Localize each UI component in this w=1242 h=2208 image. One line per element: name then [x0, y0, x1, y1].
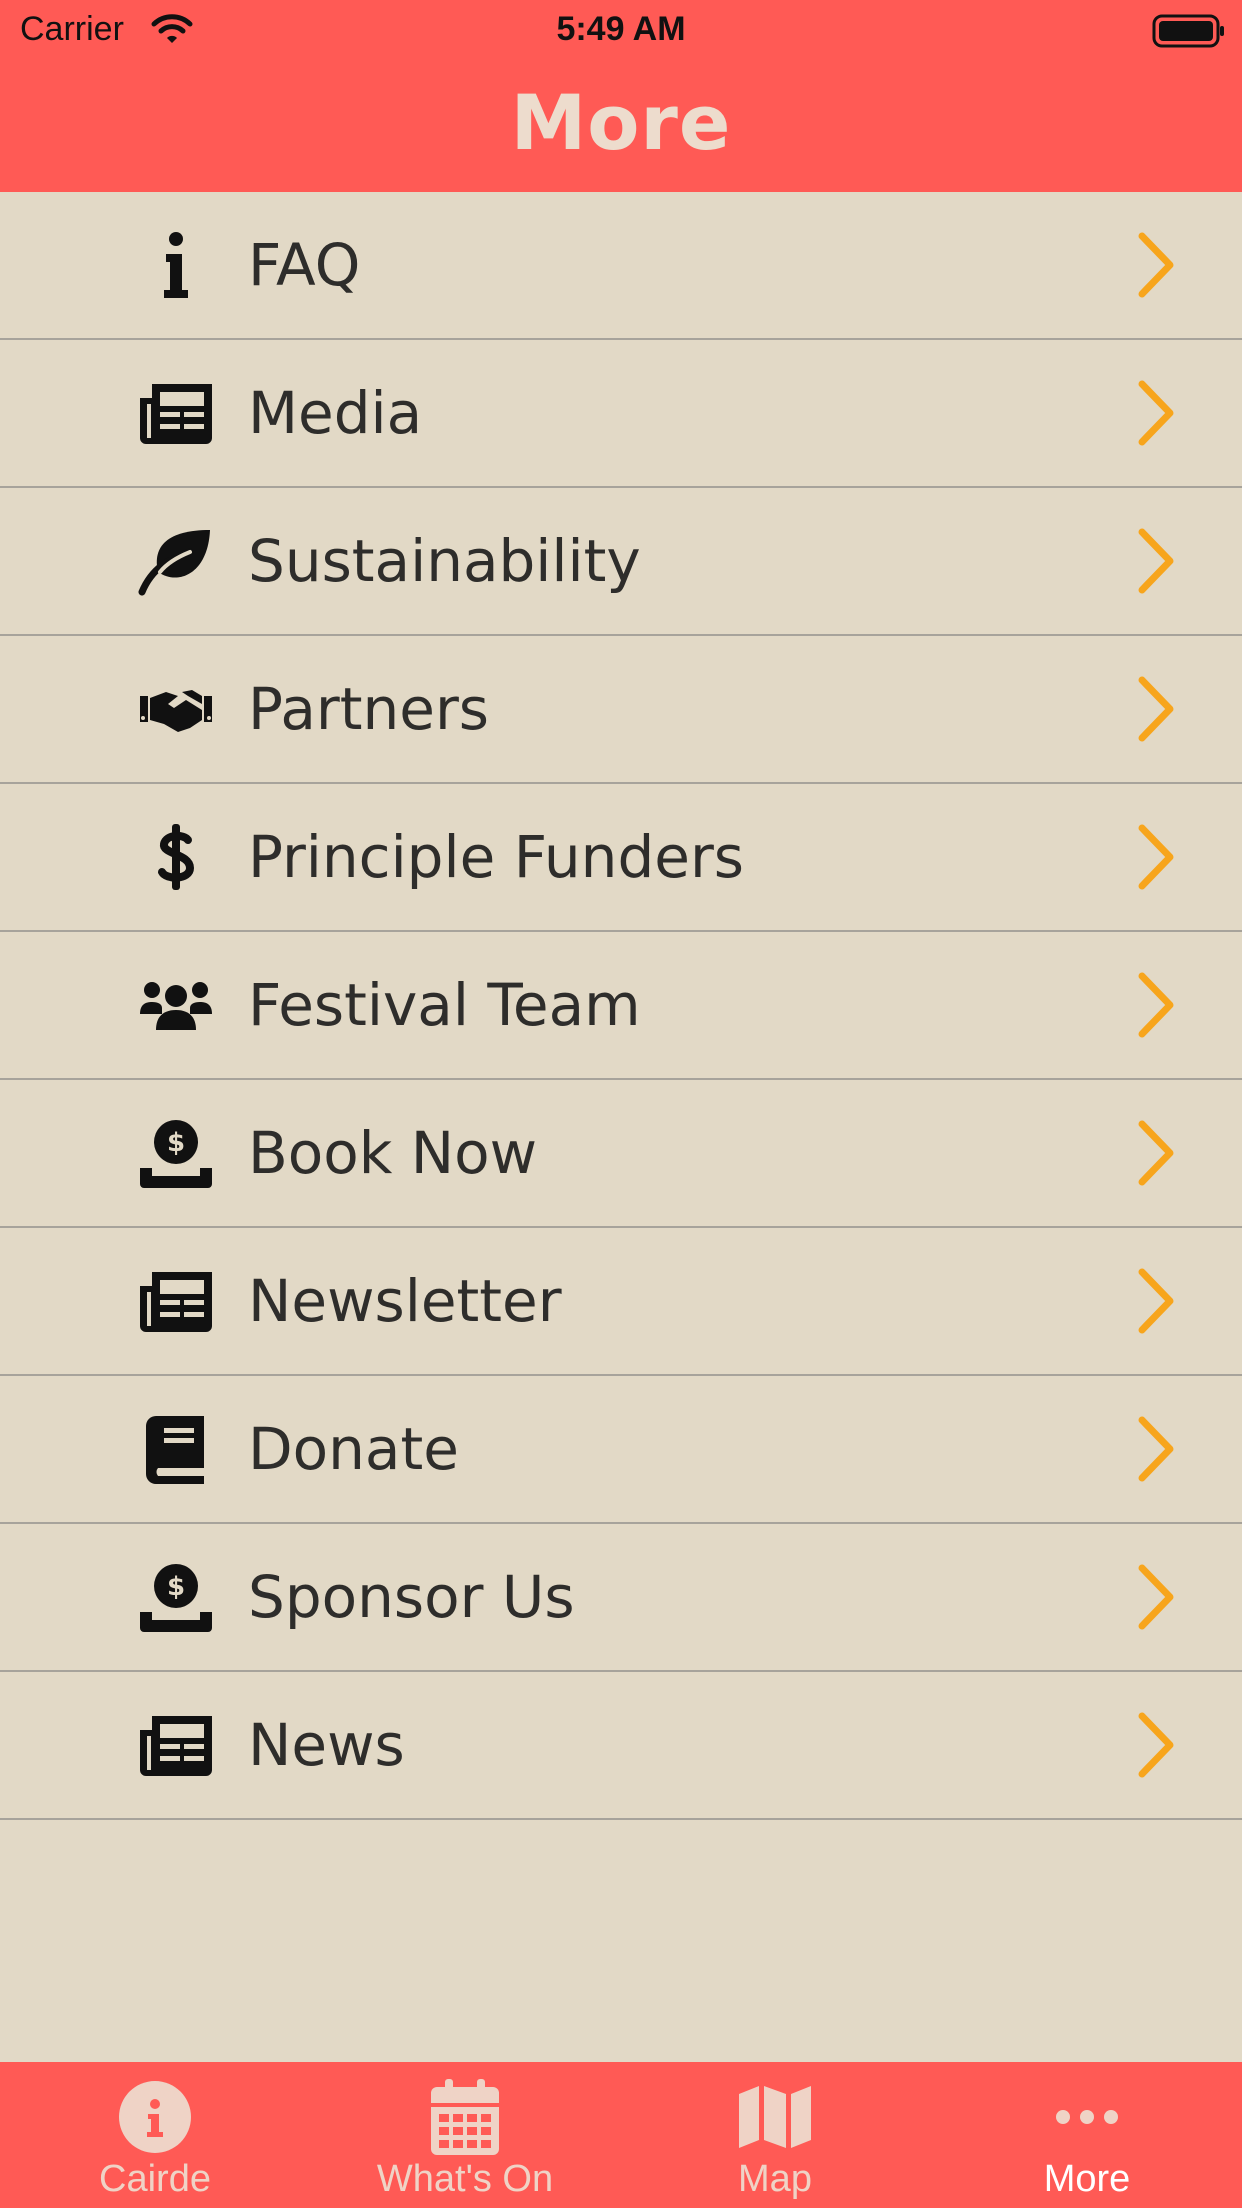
newspaper-icon: [138, 1266, 214, 1336]
page-title: More: [510, 78, 732, 167]
newspaper-icon: [138, 378, 214, 448]
menu-item-label: Principle Funders: [248, 823, 745, 891]
menu-item-label: Festival Team: [248, 971, 641, 1039]
menu-item-sustainability[interactable]: Sustainability: [0, 488, 1242, 636]
book-icon: [138, 1414, 214, 1484]
calendar-icon: [310, 2072, 620, 2162]
menu-item-label: Donate: [248, 1415, 459, 1483]
menu-item-news[interactable]: News: [0, 1672, 1242, 1820]
svg-text:$: $: [167, 1572, 185, 1602]
ellipsis-icon: [932, 2072, 1242, 2162]
info-icon: [138, 230, 214, 300]
menu-item-faq[interactable]: FAQ: [0, 192, 1242, 340]
info-circle-icon: [0, 2072, 310, 2162]
menu-item-media[interactable]: Media: [0, 340, 1242, 488]
battery-icon: [1152, 14, 1226, 52]
chevron-right-icon: [1136, 1120, 1176, 1190]
menu-item-partners[interactable]: Partners: [0, 636, 1242, 784]
chevron-right-icon: [1136, 1564, 1176, 1634]
status-bar: Carrier 5:49 AM: [0, 0, 1242, 60]
menu-item-label: Book Now: [248, 1119, 538, 1187]
status-time: 5:49 AM: [556, 10, 686, 48]
dollar-icon: [138, 822, 214, 892]
chevron-right-icon: [1136, 1712, 1176, 1782]
svg-text:$: $: [167, 1128, 185, 1158]
more-menu-list: FAQ Media Sustainability Partners Princi…: [0, 192, 1242, 1820]
header-bar: Carrier 5:49 AM More: [0, 0, 1242, 192]
chevron-right-icon: [1136, 676, 1176, 746]
donate-coin-icon: $: [138, 1562, 214, 1632]
chevron-right-icon: [1136, 972, 1176, 1042]
menu-item-festival-team[interactable]: Festival Team: [0, 932, 1242, 1080]
newspaper-icon: [138, 1710, 214, 1780]
menu-item-sponsor-us[interactable]: $ Sponsor Us: [0, 1524, 1242, 1672]
menu-item-label: Partners: [248, 675, 490, 743]
menu-item-donate[interactable]: Donate: [0, 1376, 1242, 1524]
chevron-right-icon: [1136, 1416, 1176, 1486]
chevron-right-icon: [1136, 380, 1176, 450]
tab-whats-on[interactable]: What's On: [310, 2062, 620, 2208]
menu-item-book-now[interactable]: $ Book Now: [0, 1080, 1242, 1228]
map-icon: [620, 2072, 930, 2162]
tab-label: What's On: [376, 2158, 554, 2200]
menu-item-label: Sponsor Us: [248, 1563, 575, 1631]
chevron-right-icon: [1136, 528, 1176, 598]
donate-coin-icon: $: [138, 1118, 214, 1188]
tab-bar: Cairde What's On Map More: [0, 2062, 1242, 2208]
chevron-right-icon: [1136, 1268, 1176, 1338]
menu-item-label: Sustainability: [248, 527, 641, 595]
menu-item-label: FAQ: [248, 231, 361, 299]
menu-item-label: News: [248, 1711, 405, 1779]
chevron-right-icon: [1136, 232, 1176, 302]
chevron-right-icon: [1136, 824, 1176, 894]
tab-cairde[interactable]: Cairde: [0, 2062, 310, 2208]
menu-item-label: Media: [248, 379, 423, 447]
users-icon: [138, 970, 214, 1040]
menu-item-principle-funders[interactable]: Principle Funders: [0, 784, 1242, 932]
tab-label: More: [1043, 2158, 1131, 2200]
tab-label: Map: [738, 2158, 812, 2200]
menu-item-newsletter[interactable]: Newsletter: [0, 1228, 1242, 1376]
tab-label: Cairde: [99, 2158, 211, 2200]
handshake-icon: [138, 674, 214, 744]
menu-item-label: Newsletter: [248, 1267, 562, 1335]
tab-map[interactable]: Map: [620, 2062, 930, 2208]
tab-more[interactable]: More: [932, 2062, 1242, 2208]
leaf-icon: [138, 526, 214, 596]
